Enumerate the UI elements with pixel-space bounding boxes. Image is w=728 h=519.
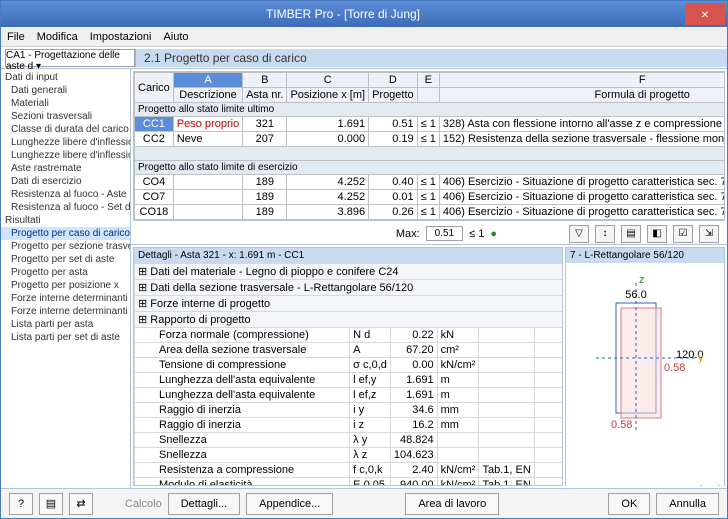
section-svg: 56.0 120.0 0.58 0.58 y z <box>566 263 725 486</box>
details-panel[interactable]: Dettagli - Asta 321 - x: 1.691 m - CC1 ⊞… <box>133 247 563 486</box>
table-row[interactable]: CO71894.2520.01≤ 1406) Esercizio - Situa… <box>135 190 726 205</box>
filter-button[interactable]: ▽ <box>569 225 589 243</box>
nav-item[interactable]: Forze interne determinanti per a <box>1 292 130 305</box>
nav-item[interactable]: Dati generali <box>1 84 130 97</box>
help-button[interactable]: ? <box>9 493 33 515</box>
col-carico: Carico <box>135 73 174 103</box>
col-pos: Posizione x [m] <box>287 88 369 103</box>
select-button[interactable]: ☑ <box>673 225 693 243</box>
result-grid[interactable]: Carico A B C D E F G H Descrizione Asta … <box>133 71 725 221</box>
svg-text:0.58: 0.58 <box>664 362 685 374</box>
nav-item[interactable]: Dati di esercizio <box>1 175 130 188</box>
nav-item[interactable]: Resistenza al fuoco - Set di aste <box>1 201 130 214</box>
menu-file[interactable]: File <box>7 31 25 43</box>
nav-group-input[interactable]: Dati di input <box>1 71 130 84</box>
export-button[interactable]: ⇲ <box>699 225 719 243</box>
nav-item[interactable]: Progetto per set di aste <box>1 253 130 266</box>
col-letter: B <box>243 73 287 88</box>
max-compare: ≤ 1 <box>469 228 484 240</box>
nav-item-selected[interactable]: Progetto per caso di carico <box>1 227 130 240</box>
col-descr: Descrizione <box>173 88 242 103</box>
details-button[interactable]: Dettagli... <box>168 493 240 515</box>
table-row[interactable]: CO41894.2520.40≤ 1406) Esercizio - Situa… <box>135 175 726 190</box>
table-row[interactable]: CO181893.8960.26≤ 1406) Esercizio - Situ… <box>135 205 726 220</box>
table-row[interactable]: CC2Neve2070.0000.19≤ 1152) Resistenza de… <box>135 132 726 147</box>
nav-item[interactable]: Lunghezze libere d'inflessione - <box>1 136 130 149</box>
nav-item[interactable]: Forze interne determinanti per s <box>1 305 130 318</box>
max-value: 0.51 <box>426 226 463 241</box>
section-title: 2.1 Progetto per caso di carico <box>135 49 727 67</box>
close-button[interactable]: × <box>685 3 725 25</box>
nav-item[interactable]: Materiali <box>1 97 130 110</box>
nav-group-results[interactable]: Risultati <box>1 214 130 227</box>
menu-help[interactable]: Aiuto <box>163 31 188 43</box>
calc-label: Calcolo <box>125 498 162 510</box>
chart-button[interactable]: ◧ <box>647 225 667 243</box>
col-letter: E <box>417 73 439 88</box>
units-button[interactable]: ⇄ <box>69 493 93 515</box>
nav-item[interactable]: Lista parti per asta <box>1 318 130 331</box>
col-letter: D <box>369 73 418 88</box>
svg-text:0.58: 0.58 <box>611 419 632 431</box>
col-formula: Formula di progetto <box>439 88 725 103</box>
col-letter: A <box>173 73 242 88</box>
sort-button[interactable]: ↕ <box>595 225 615 243</box>
preview-panel: 7 - L-Rettangolare 56/120 56.0 120.0 0.5… <box>565 247 725 486</box>
col-prog: Progetto <box>369 88 418 103</box>
check-ok-icon: ● <box>490 228 497 240</box>
col-letter: C <box>287 73 369 88</box>
view-button[interactable]: ▤ <box>621 225 641 243</box>
svg-text:z: z <box>639 274 645 286</box>
nav-item[interactable]: Progetto per posizione x <box>1 279 130 292</box>
preview-header: 7 - L-Rettangolare 56/120 <box>566 248 724 263</box>
menu-edit[interactable]: Modifica <box>37 31 78 43</box>
menu-settings[interactable]: Impostazioni <box>90 31 152 43</box>
col-cmp <box>417 88 439 103</box>
report-button[interactable]: ▤ <box>39 493 63 515</box>
section-preview[interactable]: 56.0 120.0 0.58 0.58 y z [mm] <box>566 263 724 486</box>
svg-text:y: y <box>698 352 704 364</box>
max-label: Max: <box>396 228 420 240</box>
details-header: Dettagli - Asta 321 - x: 1.691 m - CC1 <box>134 248 562 263</box>
ok-button[interactable]: OK <box>608 493 650 515</box>
svg-text:56.0: 56.0 <box>625 289 646 301</box>
module-select[interactable]: CA1 - Progettazione delle aste d ▾ <box>5 49 135 67</box>
nav-panel: Dati di input Dati generali Materiali Se… <box>1 69 131 488</box>
module-row: CA1 - Progettazione delle aste d ▾ 2.1 P… <box>1 47 727 69</box>
nav-item[interactable]: Sezioni trasversali <box>1 110 130 123</box>
col-letter: F <box>439 73 725 88</box>
col-asta: Asta nr. <box>243 88 287 103</box>
window-title: TIMBER Pro - [Torre di Jung] <box>1 7 685 21</box>
nav-item[interactable]: Lunghezze libere d'inflessione - <box>1 149 130 162</box>
nav-item[interactable]: Progetto per asta <box>1 266 130 279</box>
app-window: TIMBER Pro - [Torre di Jung] × File Modi… <box>0 0 728 519</box>
unit-label: [mm] <box>700 484 720 486</box>
nav-item[interactable]: Lista parti per set di aste <box>1 331 130 344</box>
grid-section: Progetto allo stato limite ultimo <box>135 103 726 117</box>
nav-item[interactable]: Progetto per sezione trasversal <box>1 240 130 253</box>
nav-item[interactable]: Classe di durata del carico e di s <box>1 123 130 136</box>
menubar: File Modifica Impostazioni Aiuto <box>1 27 727 47</box>
max-row: Max: 0.51 ≤ 1 ● ▽ ↕ ▤ ◧ ☑ ⇲ <box>131 223 727 245</box>
footer: ? ▤ ⇄ Calcolo Dettagli... Appendice... A… <box>1 488 727 518</box>
nav-item[interactable]: Resistenza al fuoco - Aste <box>1 188 130 201</box>
nav-item[interactable]: Aste rastremate <box>1 162 130 175</box>
workspace-button[interactable]: Area di lavoro <box>405 493 499 515</box>
titlebar: TIMBER Pro - [Torre di Jung] × <box>1 1 727 27</box>
table-row[interactable]: CC1Peso proprio3211.6910.51≤ 1328) Asta … <box>135 117 726 132</box>
cancel-button[interactable]: Annulla <box>656 493 719 515</box>
grid-section: Progetto allo stato limite di esercizio <box>135 161 726 175</box>
appendix-button[interactable]: Appendice... <box>246 493 333 515</box>
